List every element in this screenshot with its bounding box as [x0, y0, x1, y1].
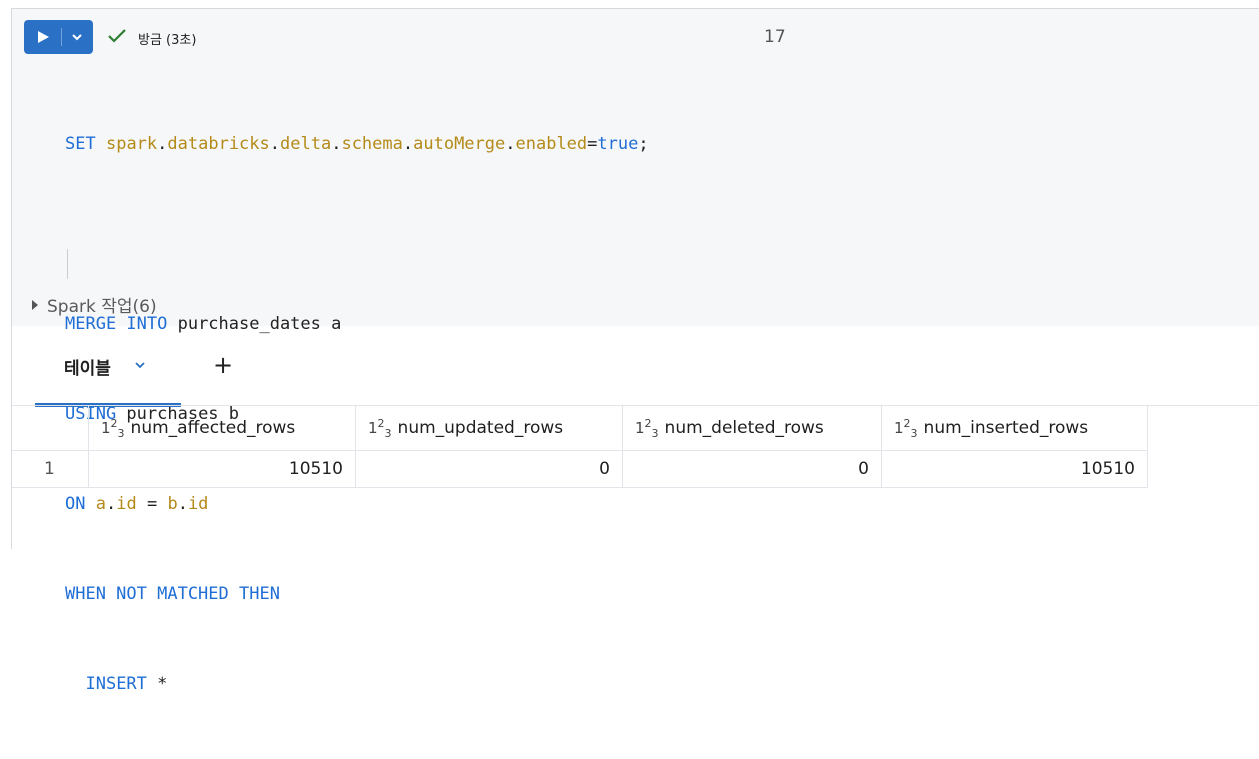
code-identifier: enabled	[515, 134, 588, 154]
code-keyword: INSERT	[85, 674, 147, 694]
code-text: *	[146, 674, 168, 694]
table-cell[interactable]: 0	[355, 450, 623, 488]
code-identifier: a	[95, 494, 106, 514]
code-identifier: schema	[341, 134, 403, 154]
chevron-down-icon[interactable]	[133, 358, 147, 372]
integer-type-icon: 123	[368, 416, 392, 440]
column-header[interactable]: 123 num_inserted_rows	[881, 405, 1148, 451]
column-header-label: num_affected_rows	[130, 417, 296, 438]
code-identifier: delta	[280, 134, 332, 154]
spark-jobs-label: Spark 작업(6)	[47, 297, 157, 317]
notebook-cell: 방금 (3초) 17 SET spark.databricks.delta.sc…	[11, 8, 1259, 694]
table-cell[interactable]: 0	[622, 450, 882, 488]
table-cell[interactable]: 10510	[881, 450, 1148, 488]
code-line: INSERT *	[65, 669, 649, 699]
results-table: 123 num_affected_rows 123 num_updated_rows…	[12, 405, 1148, 488]
table-row: 1 10510 0 0 10510	[12, 450, 1148, 488]
result-tabs: 테이블 +	[12, 327, 1259, 407]
code-identifier: b	[167, 494, 178, 514]
code-line: SET spark.databricks.delta.schema.autoMe…	[65, 134, 649, 154]
play-icon	[38, 31, 49, 43]
code-identifier: databricks	[167, 134, 270, 154]
tab-table[interactable]: 테이블	[35, 327, 181, 407]
column-header-label: num_deleted_rows	[664, 417, 824, 438]
column-header-label: num_inserted_rows	[923, 417, 1089, 438]
run-cell-button[interactable]	[24, 20, 93, 54]
code-operator: =	[587, 134, 598, 154]
table-header-row: 123 num_affected_rows 123 num_updated_rows…	[12, 405, 1148, 451]
chevron-down-icon[interactable]	[70, 30, 84, 44]
row-index-header	[12, 405, 89, 451]
code-identifier: spark	[105, 134, 158, 154]
tab-label: 테이블	[64, 359, 111, 379]
code-keyword: SET	[65, 134, 96, 154]
plus-icon[interactable]: +	[213, 353, 233, 377]
run-status: 방금 (3초)	[138, 33, 197, 48]
indent-guide	[67, 249, 68, 279]
column-header[interactable]: 123 num_updated_rows	[355, 405, 623, 451]
code-keyword: true	[597, 134, 639, 154]
code-punctuation: ;	[638, 134, 649, 154]
code-identifier: id	[116, 494, 137, 514]
table-cell[interactable]: 10510	[88, 450, 356, 488]
code-identifier: id	[187, 494, 209, 514]
integer-type-icon: 123	[101, 416, 125, 440]
code-line: WHEN NOT MATCHED THEN	[65, 579, 649, 609]
cell-number: 17	[764, 27, 786, 47]
run-button-divider	[61, 28, 62, 46]
integer-type-icon: 123	[894, 416, 918, 440]
code-operator: =	[136, 494, 168, 514]
column-header[interactable]: 123 num_deleted_rows	[622, 405, 882, 451]
code-keyword: ON	[65, 494, 86, 514]
checkmark-icon	[108, 29, 126, 43]
code-line: ON a.id = b.id	[65, 494, 209, 514]
spark-jobs-toggle[interactable]: Spark 작업(6)	[32, 292, 157, 317]
column-header[interactable]: 123 num_affected_rows	[88, 405, 356, 451]
caret-right-icon	[32, 300, 38, 310]
row-index: 1	[12, 450, 89, 488]
integer-type-icon: 123	[635, 416, 659, 440]
code-keyword: WHEN NOT MATCHED THEN	[65, 584, 280, 604]
code-identifier: autoMerge	[413, 134, 506, 154]
cell-editor[interactable]: 방금 (3초) 17 SET spark.databricks.delta.sc…	[12, 9, 1259, 694]
column-header-label: num_updated_rows	[397, 417, 564, 438]
